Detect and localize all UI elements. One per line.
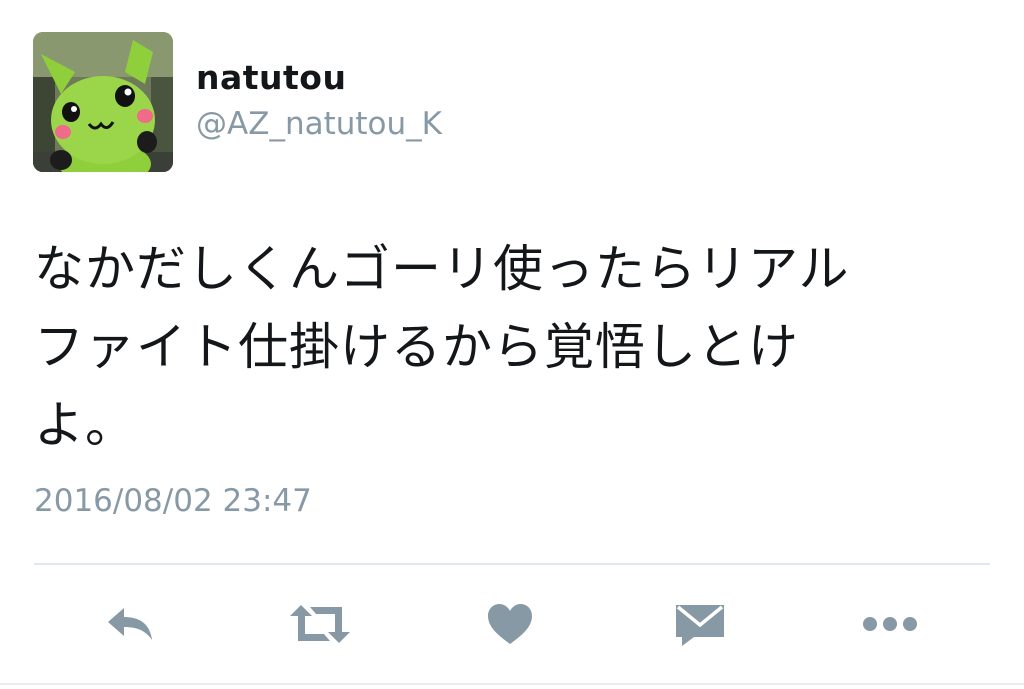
- tweet-text-line: よ。: [34, 396, 136, 454]
- bottom-border: [0, 683, 1024, 685]
- reply-button[interactable]: [100, 598, 160, 650]
- reply-icon: [108, 608, 152, 640]
- tweet-text-line: なかだしくんゴーリ使ったらリアル: [34, 240, 850, 298]
- divider: [34, 563, 990, 565]
- direct-message-button[interactable]: [670, 598, 730, 650]
- display-name[interactable]: natutou: [196, 58, 346, 97]
- retweet-button[interactable]: [287, 598, 353, 650]
- avatar-image: [33, 32, 173, 172]
- tweet-text-line: ファイト仕掛けるから覚悟しとけ: [34, 318, 799, 376]
- more-button[interactable]: [860, 598, 920, 650]
- tweet-text: なかだしくんゴーリ使ったらリアル ファイト仕掛けるから覚悟しとけ よ。: [34, 230, 964, 464]
- tweet-timestamp[interactable]: 2016/08/02 23:47: [34, 483, 312, 519]
- user-avatar[interactable]: [33, 32, 173, 172]
- ellipsis-icon: [863, 617, 917, 631]
- like-button[interactable]: [480, 598, 540, 650]
- heart-icon: [488, 604, 532, 644]
- retweet-icon: [290, 605, 350, 643]
- user-handle[interactable]: @AZ_natutou_K: [196, 106, 442, 142]
- envelope-icon: [676, 605, 724, 646]
- tweet-card: natutou @AZ_natutou_K なかだしくんゴーリ使ったらリアル フ…: [0, 0, 1024, 689]
